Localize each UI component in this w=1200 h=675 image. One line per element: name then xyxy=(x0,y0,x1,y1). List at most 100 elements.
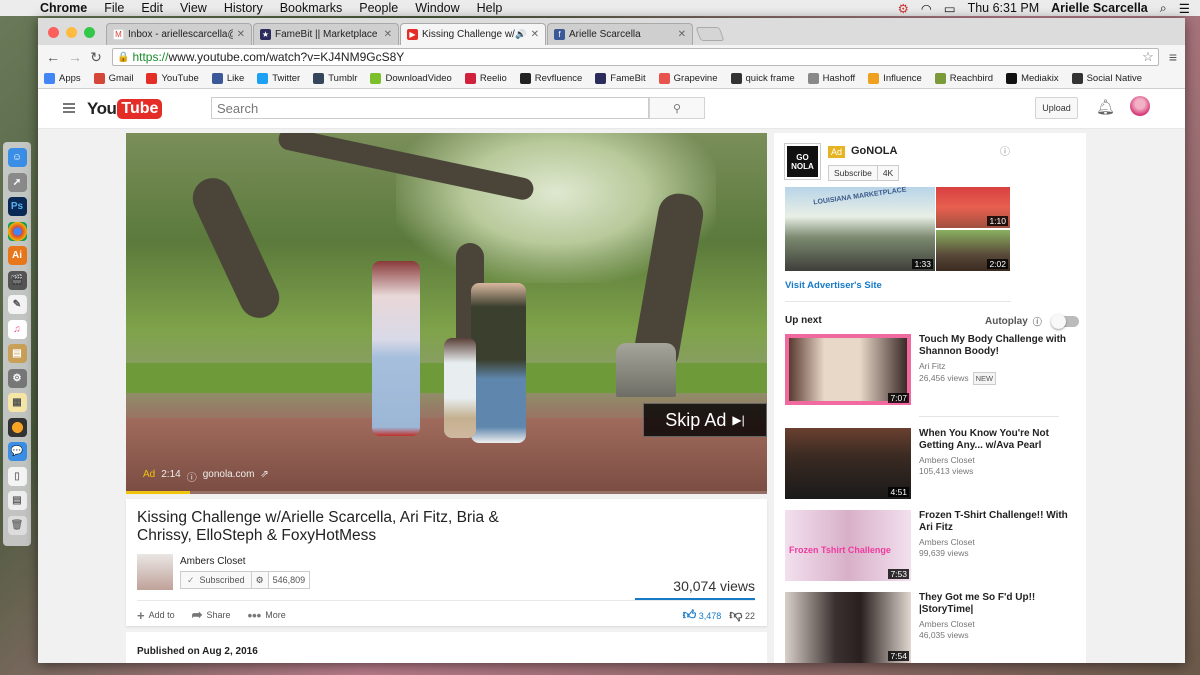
tab-facebook[interactable]: f Arielle Scarcella ✕ xyxy=(547,23,693,45)
skip-ad-button[interactable]: Skip Ad ▶| xyxy=(643,403,767,437)
menu-view[interactable]: View xyxy=(180,1,207,15)
upload-button[interactable]: Upload xyxy=(1035,97,1078,119)
info-icon[interactable]: ⓘ xyxy=(1000,143,1010,158)
textedit-icon[interactable]: ✎ xyxy=(7,295,27,314)
video-title[interactable]: Frozen T-Shirt Challenge!! With Ari Fitz xyxy=(919,510,1079,534)
notification-settings-icon[interactable]: ⚙ xyxy=(251,572,269,588)
close-icon[interactable]: ✕ xyxy=(237,29,245,40)
video-thumbnail[interactable]: 7:54 xyxy=(785,592,911,663)
bookmark-item[interactable]: Hashoff xyxy=(807,73,855,84)
video-title[interactable]: They Got me So F'd Up!! |StoryTime| xyxy=(919,592,1079,616)
avatar[interactable] xyxy=(1130,96,1150,116)
bookmark-item[interactable]: Gmail xyxy=(93,73,133,84)
menu-bookmarks[interactable]: Bookmarks xyxy=(280,1,343,15)
system-preferences-icon[interactable]: ⚙ xyxy=(7,368,27,388)
video-title[interactable]: When You Know You're Not Getting Any... … xyxy=(919,428,1079,452)
advertiser-name[interactable]: GoNOLA xyxy=(851,145,897,157)
bookmark-item[interactable]: Reelio xyxy=(464,73,507,84)
clock[interactable]: Thu 6:31 PM xyxy=(968,1,1040,15)
document-icon[interactable]: ▯ xyxy=(7,466,27,486)
ad-main-thumbnail[interactable]: LOUISIANA MARKETPLACE 1:33 xyxy=(785,187,935,271)
tab-youtube[interactable]: ▶ Kissing Challenge w/Ar 🔊 ✕ xyxy=(400,23,546,45)
forward-icon[interactable]: → xyxy=(68,49,82,65)
menu-help[interactable]: Help xyxy=(477,1,503,15)
video-title[interactable]: Touch My Body Challenge with Shannon Boo… xyxy=(919,334,1079,358)
reload-icon[interactable]: ↻ xyxy=(90,49,102,66)
channel-avatar[interactable] xyxy=(137,554,173,590)
advertiser-logo[interactable]: GO NOLA xyxy=(784,143,821,180)
menu-history[interactable]: History xyxy=(224,1,263,15)
ad-thumbnail[interactable]: 2:02 xyxy=(936,230,1010,271)
wifi-icon[interactable]: ◠ xyxy=(921,1,932,16)
firefox-icon[interactable] xyxy=(7,417,27,437)
trash-icon[interactable]: 🗑 xyxy=(7,515,27,535)
close-icon[interactable]: ✕ xyxy=(531,29,539,40)
advertiser-subscribe-button[interactable]: Subscribe 4K xyxy=(828,165,900,181)
new-tab-button[interactable] xyxy=(695,27,725,41)
tab-famebit[interactable]: ★ FameBit || Marketplace ✕ xyxy=(253,23,399,45)
visit-advertiser-link[interactable]: Visit Advertiser's Site xyxy=(785,280,882,291)
sync-icon[interactable]: ⚙ xyxy=(898,1,909,16)
bookmark-item[interactable]: FameBit xyxy=(595,73,646,84)
itunes-icon[interactable]: ♫ xyxy=(7,319,27,339)
menu-app[interactable]: Chrome xyxy=(40,1,87,15)
chrome-icon[interactable] xyxy=(7,221,27,241)
close-window-button[interactable] xyxy=(48,27,59,38)
share-button[interactable]: ➦ Share xyxy=(192,607,231,623)
address-bar[interactable]: 🔒 https:// www.youtube.com/watch?v=KJ4NM… xyxy=(112,48,1159,66)
menu-window[interactable]: Window xyxy=(415,1,459,15)
notifications-icon[interactable]: ☰ xyxy=(1179,1,1190,16)
info-icon[interactable]: ⓘ xyxy=(187,469,197,484)
bookmark-star-icon[interactable]: ☆ xyxy=(1142,49,1154,65)
user-name[interactable]: Arielle Scarcella xyxy=(1051,1,1148,15)
speaker-icon[interactable]: 🔊 xyxy=(515,29,526,40)
illustrator-icon[interactable]: Ai xyxy=(7,246,27,265)
messages-icon[interactable]: 💬 xyxy=(7,442,27,461)
ad-progress-bar[interactable] xyxy=(126,491,767,494)
tab-gmail[interactable]: M Inbox - ariellescarcella@gm ✕ xyxy=(106,23,252,45)
final-cut-icon[interactable]: 🎬 xyxy=(7,270,27,290)
bookmark-item[interactable]: Mediakix xyxy=(1006,73,1059,84)
notebook-icon[interactable]: ▤ xyxy=(7,344,27,363)
menu-file[interactable]: File xyxy=(104,1,124,15)
add-to-button[interactable]: + Add to xyxy=(137,608,175,623)
like-button[interactable]: 👍︎ 3,478 xyxy=(683,607,722,623)
document-icon[interactable]: ▤ xyxy=(7,491,27,510)
youtube-logo[interactable]: You Tube xyxy=(87,99,163,119)
spotlight-icon[interactable]: ⌕ xyxy=(1160,1,1167,16)
external-link-icon[interactable]: ⇗ xyxy=(260,469,268,484)
search-button[interactable]: ⚲ xyxy=(649,97,705,119)
guide-menu-icon[interactable] xyxy=(63,103,75,115)
bookmark-item[interactable]: Twitter xyxy=(257,73,300,84)
menu-people[interactable]: People xyxy=(359,1,398,15)
menu-edit[interactable]: Edit xyxy=(141,1,163,15)
autoplay-toggle[interactable] xyxy=(1050,314,1079,329)
more-button[interactable]: ••• More xyxy=(248,608,286,623)
bookmark-item[interactable]: Social Native xyxy=(1071,73,1142,84)
photoshop-icon[interactable]: Ps xyxy=(7,197,27,216)
bookmark-item[interactable]: quick frame xyxy=(730,73,795,84)
list-item[interactable]: 4:51 When You Know You're Not Getting An… xyxy=(785,428,1085,500)
bookmark-item[interactable]: Tumblr xyxy=(313,73,357,84)
bookmark-item[interactable]: Revfluence xyxy=(519,73,582,84)
channel-name[interactable]: Ambers Closet xyxy=(180,556,246,567)
bookmark-item[interactable]: DownloadVideo xyxy=(370,73,452,84)
list-item[interactable]: 7:54 They Got me So F'd Up!! |StoryTime|… xyxy=(785,592,1085,663)
video-thumbnail[interactable]: 4:51 xyxy=(785,428,911,499)
chrome-menu-icon[interactable]: ≡ xyxy=(1169,49,1177,65)
subscribe-button[interactable]: ✓ Subscribed ⚙ 546,809 xyxy=(180,571,311,589)
bookmark-item[interactable]: Reachbird xyxy=(934,73,993,84)
bookmark-item[interactable]: Like xyxy=(211,73,244,84)
ad-domain-link[interactable]: gonola.com xyxy=(203,469,255,484)
notes-icon[interactable]: ▦ xyxy=(7,393,27,412)
battery-icon[interactable]: ▭ xyxy=(944,1,956,16)
finder-icon[interactable]: ☺ xyxy=(7,148,27,167)
bookmark-item[interactable]: YouTube xyxy=(146,73,199,84)
video-player[interactable]: Skip Ad ▶| Ad 2:14 ⓘ gonola.com ⇗ xyxy=(126,133,767,494)
bell-icon[interactable]: 🔔︎ xyxy=(1096,98,1115,116)
list-item[interactable]: Frozen Tshirt Challenge 7:53 Frozen T-Sh… xyxy=(785,510,1085,582)
minimize-window-button[interactable] xyxy=(66,27,77,38)
info-icon[interactable]: ⓘ xyxy=(1033,315,1042,328)
launchpad-icon[interactable]: ➚ xyxy=(7,172,27,192)
video-thumbnail[interactable]: Frozen Tshirt Challenge 7:53 xyxy=(785,510,911,581)
